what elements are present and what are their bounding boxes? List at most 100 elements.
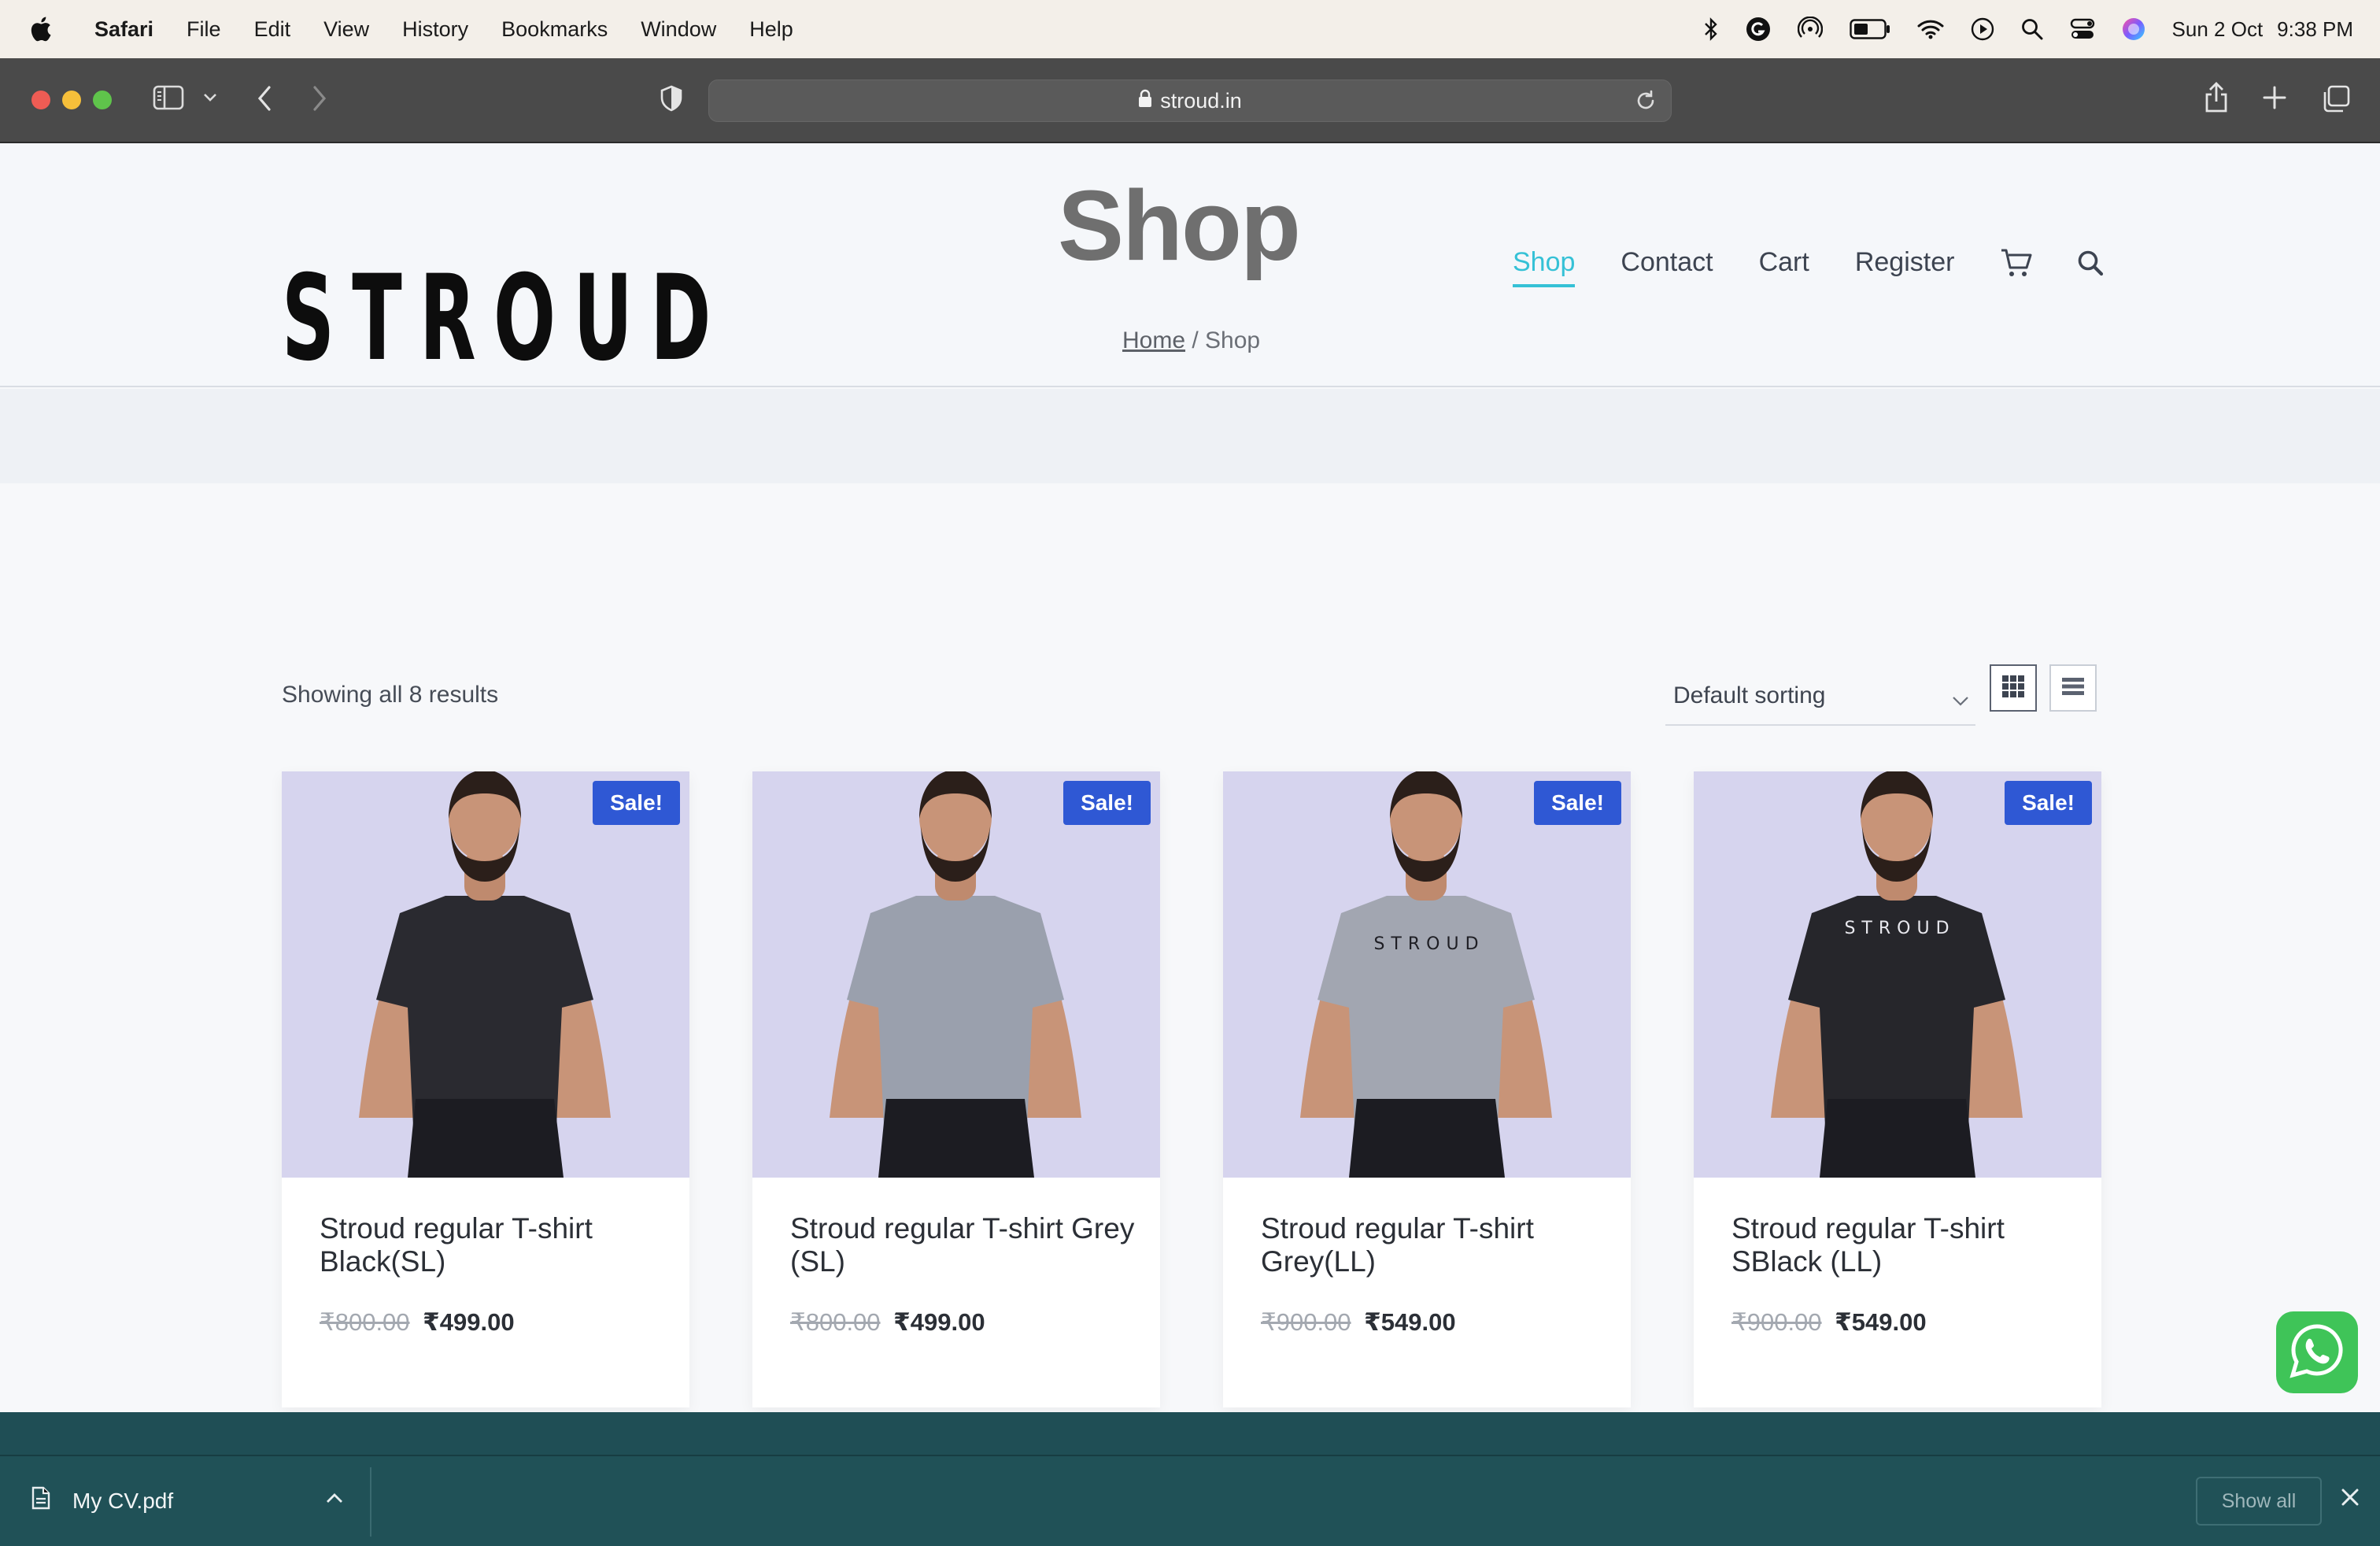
minimize-window-button[interactable] — [62, 91, 81, 109]
product-sale-price: ₹499.00 — [423, 1308, 515, 1336]
product-name[interactable]: Stroud regular T-shirt Black(SL) — [320, 1212, 666, 1278]
nav-shop[interactable]: Shop — [1513, 247, 1576, 287]
reload-icon[interactable] — [1635, 90, 1657, 117]
product-image[interactable]: STROUD Sale! — [1694, 771, 2101, 1178]
sorting-select[interactable]: Default sorting — [1665, 668, 1975, 726]
forward-icon[interactable] — [312, 85, 327, 112]
page-title: Shop — [1058, 170, 1301, 281]
product-image[interactable]: STROUD Sale! — [1223, 771, 1631, 1178]
siri-icon[interactable] — [2122, 17, 2145, 41]
sidebar-chevron-down-icon[interactable] — [203, 93, 217, 102]
share-icon[interactable] — [2204, 82, 2229, 113]
close-icon[interactable] — [2341, 1488, 2360, 1511]
grid-view-button[interactable] — [1990, 664, 2037, 712]
cart-icon[interactable] — [2000, 248, 2033, 278]
shop-content: Showing all 8 results Default sorting Sa… — [0, 483, 2380, 1412]
menu-help[interactable]: Help — [749, 17, 793, 42]
product-image[interactable]: Sale! — [282, 771, 689, 1178]
downloads-divider — [370, 1467, 371, 1537]
product-old-price: ₹900.00 — [1261, 1308, 1351, 1336]
close-window-button[interactable] — [31, 91, 50, 109]
menu-bar: Safari File Edit View History Bookmarks … — [0, 0, 2380, 58]
results-count: Showing all 8 results — [282, 682, 499, 708]
breadcrumb-current: Shop — [1205, 327, 1261, 353]
sale-badge: Sale! — [1534, 781, 1621, 825]
product-name[interactable]: Stroud regular T-shirt SBlack (LL) — [1731, 1212, 2078, 1278]
download-item[interactable]: My CV.pdf — [31, 1486, 173, 1515]
product-card[interactable]: Sale! Stroud regular T-shirt Black(SL) ₹… — [282, 771, 689, 1407]
spotlight-search-icon[interactable] — [2021, 18, 2043, 40]
address-bar[interactable]: stroud.in — [708, 80, 1672, 122]
whatsapp-icon — [2288, 1322, 2346, 1384]
menubar-date: Sun 2 Oct — [2171, 17, 2264, 41]
sale-badge: Sale! — [1063, 781, 1151, 825]
product-name[interactable]: Stroud regular T-shirt Grey(LL) — [1261, 1212, 1607, 1278]
sidebar-toggle-icon[interactable] — [153, 85, 184, 110]
apple-icon[interactable] — [28, 16, 63, 43]
downloads-bar: My CV.pdf Show all — [0, 1455, 2380, 1546]
menu-window[interactable]: Window — [641, 17, 716, 42]
url-text: stroud.in — [1160, 88, 1242, 113]
breadcrumb: Home / Shop — [1122, 327, 1260, 354]
product-sale-price: ₹549.00 — [1364, 1308, 1456, 1336]
whatsapp-chat-button[interactable] — [2276, 1311, 2358, 1393]
product-chest-print: STROUD — [1373, 934, 1484, 954]
product-name[interactable]: Stroud regular T-shirt Grey (SL) — [790, 1212, 1136, 1278]
grammarly-icon[interactable] — [1746, 17, 1771, 42]
product-card[interactable]: STROUD Sale! Stroud regular T-shirt SBla… — [1694, 771, 2101, 1407]
header-band — [0, 389, 2380, 483]
breadcrumb-separator: / — [1185, 327, 1206, 353]
show-all-button[interactable]: Show all — [2196, 1477, 2322, 1526]
browser-window: stroud.in STROUD Shop Home / Shop Shop C… — [0, 58, 2380, 1412]
privacy-shield-icon[interactable] — [660, 85, 683, 112]
breadcrumb-home-link[interactable]: Home — [1122, 327, 1185, 353]
product-old-price: ₹800.00 — [320, 1308, 410, 1336]
menu-view[interactable]: View — [323, 17, 369, 42]
new-tab-icon[interactable] — [2262, 85, 2287, 110]
search-icon[interactable] — [2077, 250, 2104, 276]
product-old-price: ₹900.00 — [1731, 1308, 1822, 1336]
tab-overview-icon[interactable] — [2322, 85, 2350, 113]
sorting-value: Default sorting — [1673, 682, 1826, 708]
product-card[interactable]: STROUD Sale! Stroud regular T-shirt Grey… — [1223, 771, 1631, 1407]
site-logo[interactable]: STROUD — [282, 260, 729, 378]
nav-register[interactable]: Register — [1855, 247, 1955, 278]
menu-file[interactable]: File — [187, 17, 221, 42]
play-icon[interactable] — [1971, 17, 1994, 41]
menu-safari[interactable]: Safari — [94, 17, 153, 42]
product-sale-price: ₹499.00 — [893, 1308, 985, 1336]
grid-icon — [2001, 675, 2025, 702]
menu-history[interactable]: History — [402, 17, 468, 42]
product-old-price: ₹800.00 — [790, 1308, 881, 1336]
list-view-button[interactable] — [2049, 664, 2097, 712]
product-sale-price: ₹549.00 — [1835, 1308, 1927, 1336]
wifi-icon[interactable] — [1917, 18, 1944, 40]
product-card[interactable]: Sale! Stroud regular T-shirt Grey (SL) ₹… — [752, 771, 1160, 1407]
chevron-down-icon — [1952, 686, 1969, 713]
back-icon[interactable] — [257, 85, 272, 112]
product-price: ₹900.00 ₹549.00 — [1731, 1308, 1927, 1337]
sale-badge: Sale! — [593, 781, 680, 825]
airdrop-icon[interactable] — [1797, 17, 1823, 42]
control-center-icon[interactable] — [2070, 18, 2095, 40]
bluetooth-icon[interactable] — [1703, 17, 1719, 41]
menu-bookmarks[interactable]: Bookmarks — [501, 17, 608, 42]
product-chest-print: STROUD — [1844, 919, 1955, 938]
product-grid: Sale! Stroud regular T-shirt Black(SL) ₹… — [282, 771, 2101, 1407]
sale-badge: Sale! — [2005, 781, 2092, 825]
menubar-time: 9:38 PM — [2277, 17, 2353, 41]
nav-cart[interactable]: Cart — [1759, 247, 1809, 278]
chevron-up-icon[interactable] — [326, 1492, 343, 1507]
menubar-clock[interactable]: Sun 2 Oct 9:38 PM — [2172, 17, 2353, 42]
product-image[interactable]: Sale! — [752, 771, 1160, 1178]
lock-icon — [1138, 89, 1152, 113]
product-price: ₹800.00 ₹499.00 — [790, 1308, 985, 1337]
battery-icon[interactable] — [1849, 19, 1890, 39]
product-price: ₹900.00 ₹549.00 — [1261, 1308, 1456, 1337]
nav-contact[interactable]: Contact — [1621, 247, 1713, 278]
main-nav: Shop Contact Cart Register — [1513, 247, 2148, 287]
browser-toolbar: stroud.in — [0, 58, 2380, 143]
list-icon — [2061, 677, 2085, 700]
zoom-window-button[interactable] — [93, 91, 112, 109]
menu-edit[interactable]: Edit — [254, 17, 291, 42]
